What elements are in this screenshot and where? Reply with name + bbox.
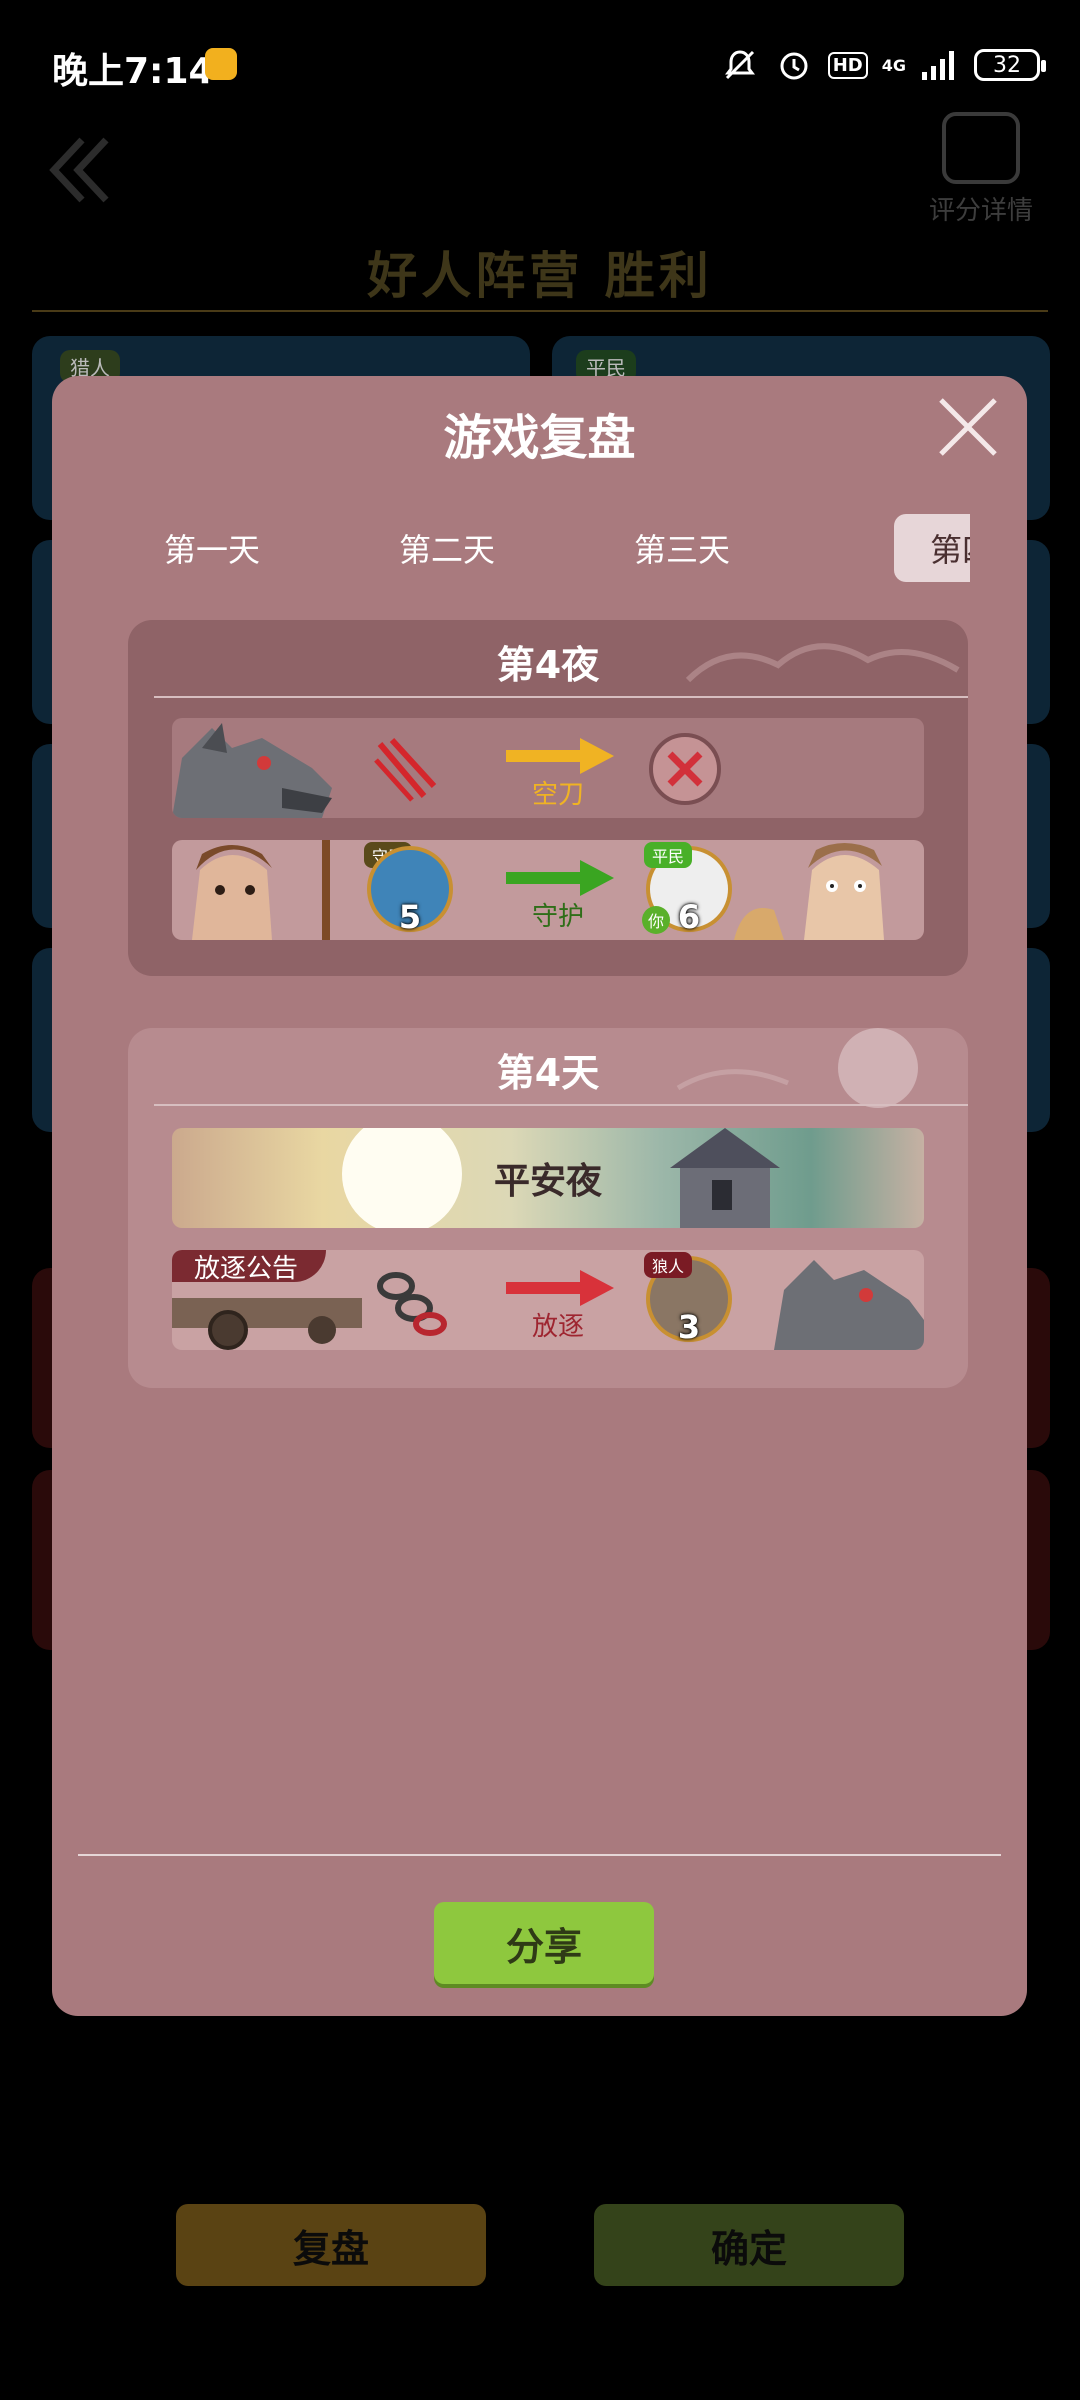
panel-divider [154, 696, 968, 698]
action-label: 放逐 [531, 1312, 584, 1342]
score-detail-button[interactable]: 评分详情 [916, 112, 1046, 232]
status-icons: HD 4G 32 [720, 40, 1046, 90]
chains-icon [377, 1272, 447, 1336]
arrow-right-green-icon [506, 860, 614, 896]
score-detail-label: 评分详情 [928, 196, 1033, 226]
claw-icon [374, 737, 437, 802]
guard-portrait [192, 840, 330, 940]
arrow-right-yellow-icon [506, 738, 614, 774]
panel-divider [154, 1104, 968, 1106]
network-type: 4G [881, 55, 906, 75]
share-button[interactable]: 分享 [434, 1902, 654, 1984]
battery-indicator: 32 [974, 49, 1046, 81]
peaceful-night-label: 平安夜 [493, 1161, 602, 1202]
no-target-x-icon [649, 733, 721, 805]
alarm-icon [774, 45, 814, 85]
werewolf-portrait [774, 1260, 924, 1350]
day-title: 第4天 [496, 1051, 600, 1095]
exile-row: 放逐公告 放逐 狼人 3 [172, 1250, 924, 1350]
day-panel: 第4天 平安夜 放逐公告 放逐 狼人 3 [128, 1028, 968, 1388]
night-title: 第4夜 [496, 643, 600, 687]
civilian-portrait [734, 843, 884, 940]
cart-illustration [172, 1298, 362, 1350]
mute-bell-icon [720, 45, 760, 85]
signal-icon [920, 45, 960, 85]
result-title: 好人阵营 胜利 [367, 247, 713, 305]
tab-day-3[interactable]: 第三天 [582, 514, 782, 582]
seat-number: 6 [677, 898, 701, 936]
list-icon [942, 112, 1020, 184]
status-bar: 晚上7:14 HD 4G 32 [0, 0, 1080, 120]
double-chevron-left-icon [49, 137, 109, 203]
arrow-right-red-icon [506, 1270, 614, 1306]
seat-number: 3 [677, 1308, 701, 1346]
game-replay-modal: 游戏复盘 第一天 第二天 第三天 第四天 第4夜 空刀 [52, 376, 1027, 2016]
result-divider [32, 310, 1048, 312]
hd-icon: HD [827, 51, 868, 79]
night-kill-row: 空刀 [172, 718, 924, 818]
replay-button[interactable]: 复盘 [176, 2204, 486, 2286]
day-tabs: 第一天 第二天 第三天 第四天 [112, 514, 970, 582]
tab-day-4[interactable]: 第四天 [894, 514, 970, 582]
close-button[interactable] [935, 394, 1001, 460]
action-label: 空刀 [531, 780, 584, 810]
status-time: 晚上7:14 [52, 51, 214, 92]
role-tag-werewolf: 狼人 [644, 1252, 693, 1278]
exile-announcement-banner: 放逐公告 [172, 1250, 327, 1284]
seat-number: 5 [398, 898, 422, 936]
footer-divider [78, 1854, 1001, 1856]
peaceful-night-row: 平安夜 [172, 1128, 924, 1228]
close-icon [939, 398, 997, 456]
tab-day-1[interactable]: 第一天 [112, 514, 312, 582]
action-label: 守护 [531, 902, 584, 932]
night-panel: 第4夜 空刀 守卫 [128, 620, 968, 976]
app-notification-icon [205, 48, 237, 80]
modal-title: 游戏复盘 [443, 410, 636, 466]
werewolf-portrait [172, 723, 332, 818]
night-guard-row: 守卫 5 守护 平民 你 6 [172, 840, 924, 940]
back-button[interactable] [44, 130, 124, 210]
confirm-button[interactable]: 确定 [594, 2204, 904, 2286]
role-tag-civilian: 平民 [644, 842, 693, 868]
tab-day-2[interactable]: 第二天 [347, 514, 547, 582]
